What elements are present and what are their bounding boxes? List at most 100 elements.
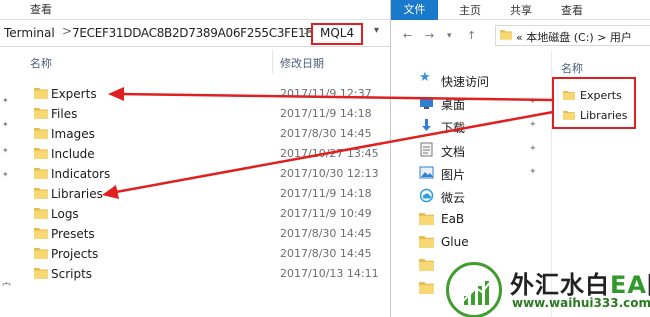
pin-icon[interactable]: ✦ xyxy=(529,167,537,177)
nav-label: 文档 xyxy=(441,145,466,159)
left-column-header: 名称 修改日期 xyxy=(0,50,390,74)
nav-label: 图片 xyxy=(441,168,466,182)
file-date: 2017/11/9 14:18 xyxy=(280,107,372,120)
file-row[interactable]: Images 2017/8/30 14:45 xyxy=(0,124,390,144)
address-separator: > xyxy=(597,31,607,44)
folder-icon xyxy=(500,30,512,40)
left-explorer-window: 查看 Terminal > 7ECEF31DDAC8B2D7389A06F255… xyxy=(0,0,390,317)
back-arrow-icon[interactable]: ← xyxy=(403,29,412,42)
folder-icon xyxy=(419,236,434,248)
file-name: Libraries xyxy=(51,187,103,201)
nav-folder-glue[interactable]: Glue xyxy=(399,232,549,252)
file-date: 2017/8/30 14:45 xyxy=(280,127,372,140)
folder-icon xyxy=(34,148,48,159)
file-row[interactable]: Files 2017/11/9 14:18 xyxy=(0,104,390,124)
chevron-down-icon[interactable]: ▾ xyxy=(447,31,452,41)
file-name: Presets xyxy=(51,227,95,241)
address-path: « 本地磁盘 (C:) > 用户 xyxy=(516,29,632,45)
file-date: 2017/10/30 12:13 xyxy=(280,167,379,180)
folder-icon xyxy=(419,259,434,271)
file-row[interactable]: Projects 2017/8/30 14:45 xyxy=(0,244,390,264)
column-name-header[interactable]: 名称 xyxy=(30,55,52,71)
right-address-bar: ← → ▾ ↑ « 本地磁盘 (C:) > 用户 xyxy=(391,22,650,48)
left-tab-view[interactable]: 查看 xyxy=(30,1,52,17)
download-icon xyxy=(422,119,431,131)
file-date: 2017/8/30 14:45 xyxy=(280,227,372,240)
watermark-url: www.waihui333.com xyxy=(512,296,650,310)
cloud-icon xyxy=(419,188,434,203)
file-name: Include xyxy=(51,147,95,161)
tab-home[interactable]: 主页 xyxy=(459,2,481,18)
pin-icon[interactable]: ✦ xyxy=(529,97,537,107)
folder-icon xyxy=(34,168,48,179)
chart-bars-icon xyxy=(462,279,492,305)
nav-pictures[interactable]: 图片 ✦ xyxy=(399,163,549,183)
address-user[interactable]: 用户 xyxy=(610,31,632,44)
right-ribbon: 文件 主页 共享 查看 xyxy=(391,0,650,20)
file-date: 2017/11/9 14:18 xyxy=(280,187,372,200)
folder-icon xyxy=(34,188,48,199)
breadcrumb-terminal[interactable]: Terminal xyxy=(4,26,55,40)
tab-view[interactable]: 查看 xyxy=(561,2,583,18)
address-drive[interactable]: 本地磁盘 (C:) xyxy=(526,31,593,44)
nav-label: 快速访问 xyxy=(441,75,490,89)
file-date: 2017/10/27 13:45 xyxy=(280,147,379,160)
nav-label: Glue xyxy=(441,235,469,249)
file-row[interactable]: Experts 2017/11/9 12:37 xyxy=(0,84,390,104)
breadcrumb-hash-folder[interactable]: 7ECEF31DDAC8B2D7389A06F255C3FE1E xyxy=(72,26,313,40)
file-row[interactable]: Libraries 2017/11/9 14:18 xyxy=(0,184,390,204)
nav-label: 下载 xyxy=(441,121,466,135)
nav-label: 桌面 xyxy=(441,98,466,112)
nav-weiyun[interactable]: 微云 xyxy=(399,186,549,206)
nav-label: EaB xyxy=(441,212,465,226)
file-row[interactable]: Presets 2017/8/30 14:45 xyxy=(0,224,390,244)
left-address-bar[interactable]: Terminal > 7ECEF31DDAC8B2D7389A06F255C3F… xyxy=(0,20,390,47)
watermark-title: 外汇水白EA网 xyxy=(510,265,650,300)
nav-label: 微云 xyxy=(441,191,466,205)
folder-icon xyxy=(34,248,48,259)
file-row[interactable]: Include 2017/10/27 13:45 xyxy=(0,144,390,164)
up-arrow-icon[interactable]: ↑ xyxy=(467,29,476,42)
folder-icon xyxy=(34,128,48,139)
nav-downloads[interactable]: 下载 ✦ xyxy=(399,116,549,136)
folders-highlight-box xyxy=(552,77,636,129)
watermark-title-main: 外汇水白 xyxy=(510,271,610,299)
address-prefix: « xyxy=(516,31,523,44)
file-row[interactable]: Logs 2017/11/9 10:49 xyxy=(0,204,390,224)
file-date: 2017/11/9 12:37 xyxy=(280,87,372,100)
file-name: Images xyxy=(51,127,95,141)
tab-share[interactable]: 共享 xyxy=(510,2,532,18)
column-divider[interactable] xyxy=(272,50,273,74)
pin-icon[interactable]: ✦ xyxy=(529,144,537,154)
file-date: 2017/11/9 10:49 xyxy=(280,207,372,220)
picture-icon xyxy=(419,166,434,179)
file-name: Projects xyxy=(51,247,99,261)
nav-documents[interactable]: 文档 ✦ xyxy=(399,140,549,160)
file-name: Experts xyxy=(51,87,97,101)
column-name-header[interactable]: 名称 xyxy=(561,60,583,76)
file-row[interactable]: Indicators 2017/10/30 12:13 xyxy=(0,164,390,184)
chevron-down-icon[interactable]: ▾ xyxy=(374,25,379,36)
file-row[interactable]: Scripts 2017/10/13 14:11 xyxy=(0,264,390,284)
folder-icon xyxy=(34,268,48,279)
file-name: Scripts xyxy=(51,267,93,281)
forward-arrow-icon[interactable]: → xyxy=(425,29,434,42)
nav-desktop[interactable]: 桌面 ✦ xyxy=(399,93,549,113)
folder-icon xyxy=(34,88,48,99)
folder-icon xyxy=(34,228,48,239)
column-date-header[interactable]: 修改日期 xyxy=(280,55,324,71)
watermark-title-ea: EA xyxy=(610,271,647,299)
nav-quick-access[interactable]: ★ 快速访问 xyxy=(399,70,549,90)
address-field[interactable]: « 本地磁盘 (C:) > 用户 xyxy=(495,25,650,46)
folder-icon xyxy=(34,108,48,119)
nav-folder-eab[interactable]: EaB xyxy=(399,209,549,229)
tab-file[interactable]: 文件 xyxy=(391,0,438,20)
folder-icon xyxy=(34,208,48,219)
file-date: 2017/10/13 14:11 xyxy=(280,267,379,280)
folder-icon xyxy=(419,213,434,225)
star-icon: ★ xyxy=(419,70,431,85)
mql4-highlight-box xyxy=(311,23,363,45)
desktop-icon xyxy=(420,98,433,109)
left-ribbon: 查看 xyxy=(0,0,390,20)
pin-icon[interactable]: ✦ xyxy=(529,120,537,130)
